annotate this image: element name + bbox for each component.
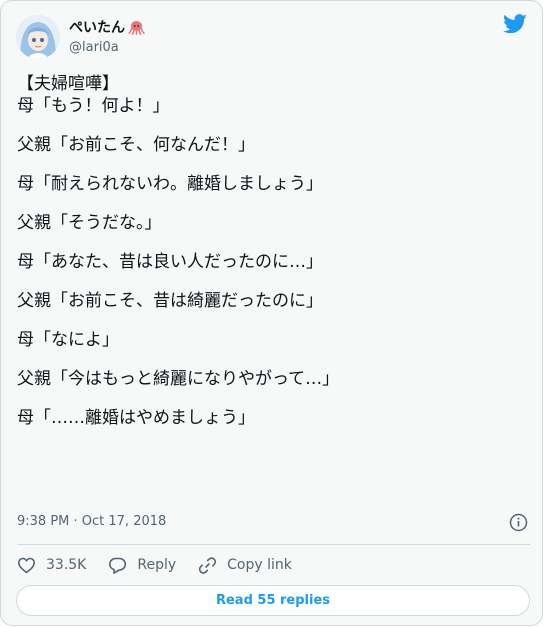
tweet-line: 父親「今はもっと綺麗になりやがって…」 — [17, 369, 340, 389]
link-icon — [199, 556, 217, 574]
line-break — [17, 312, 517, 329]
line-break — [17, 117, 517, 134]
author-display-name[interactable]: ぺいたん — [69, 17, 145, 37]
like-count: 33.5K — [46, 557, 87, 573]
octopus-icon — [128, 20, 145, 35]
tweet-line: 父親「そうだな。」 — [17, 213, 162, 233]
tweet-actions: 33.5K Reply Copy link — [17, 554, 314, 576]
tweet-line: 母「なによ」 — [17, 330, 119, 350]
read-replies-label: Read 55 replies — [215, 593, 331, 608]
line-break — [17, 234, 517, 251]
tweet-line: 母「耐えられないわ。離婚しましょう」 — [17, 174, 323, 194]
tweet-card: ぺいたん @lari0a 【夫婦喧嘩】 母「もう！何よ！」 父親「お前こそ、何な… — [0, 0, 543, 626]
line-break — [17, 273, 517, 290]
tweet-line: 【夫婦喧嘩】 — [17, 74, 119, 94]
line-break — [17, 195, 517, 212]
read-replies-button[interactable]: Read 55 replies — [16, 585, 530, 616]
copy-link-button[interactable]: Copy link — [198, 556, 292, 575]
line-break — [17, 351, 517, 368]
tweet-line: 母「もう！何よ！」 — [17, 96, 170, 116]
tweet-line: 母「……離婚はやめましょう」 — [17, 408, 255, 428]
line-break — [17, 156, 517, 173]
reply-label: Reply — [137, 557, 177, 573]
divider — [17, 544, 530, 545]
heart-icon — [18, 557, 35, 573]
author-handle[interactable]: @lari0a — [69, 40, 119, 55]
tweet-timestamp[interactable]: 9:38 PM · Oct 17, 2018 — [17, 514, 166, 529]
reply-button[interactable]: Reply — [108, 556, 176, 575]
twitter-bird-icon[interactable] — [503, 14, 527, 34]
tweet-line: 父親「お前こそ、何なんだ！」 — [17, 135, 255, 155]
display-name-text: ぺいたん — [69, 20, 125, 36]
reply-bubble-icon — [109, 557, 127, 574]
avatar[interactable] — [16, 15, 60, 59]
info-icon[interactable] — [509, 513, 528, 532]
tweet-line: 母「あなた、昔は良い人だったのに…」 — [17, 252, 323, 272]
line-break — [17, 390, 517, 407]
copy-link-label: Copy link — [227, 557, 292, 573]
tweet-text: 【夫婦喧嘩】 母「もう！何よ！」 父親「お前こそ、何なんだ！」 母「耐えられない… — [17, 73, 517, 429]
like-button[interactable]: 33.5K — [17, 556, 86, 575]
tweet-line: 父親「お前こそ、昔は綺麗だったのに」 — [17, 291, 323, 311]
